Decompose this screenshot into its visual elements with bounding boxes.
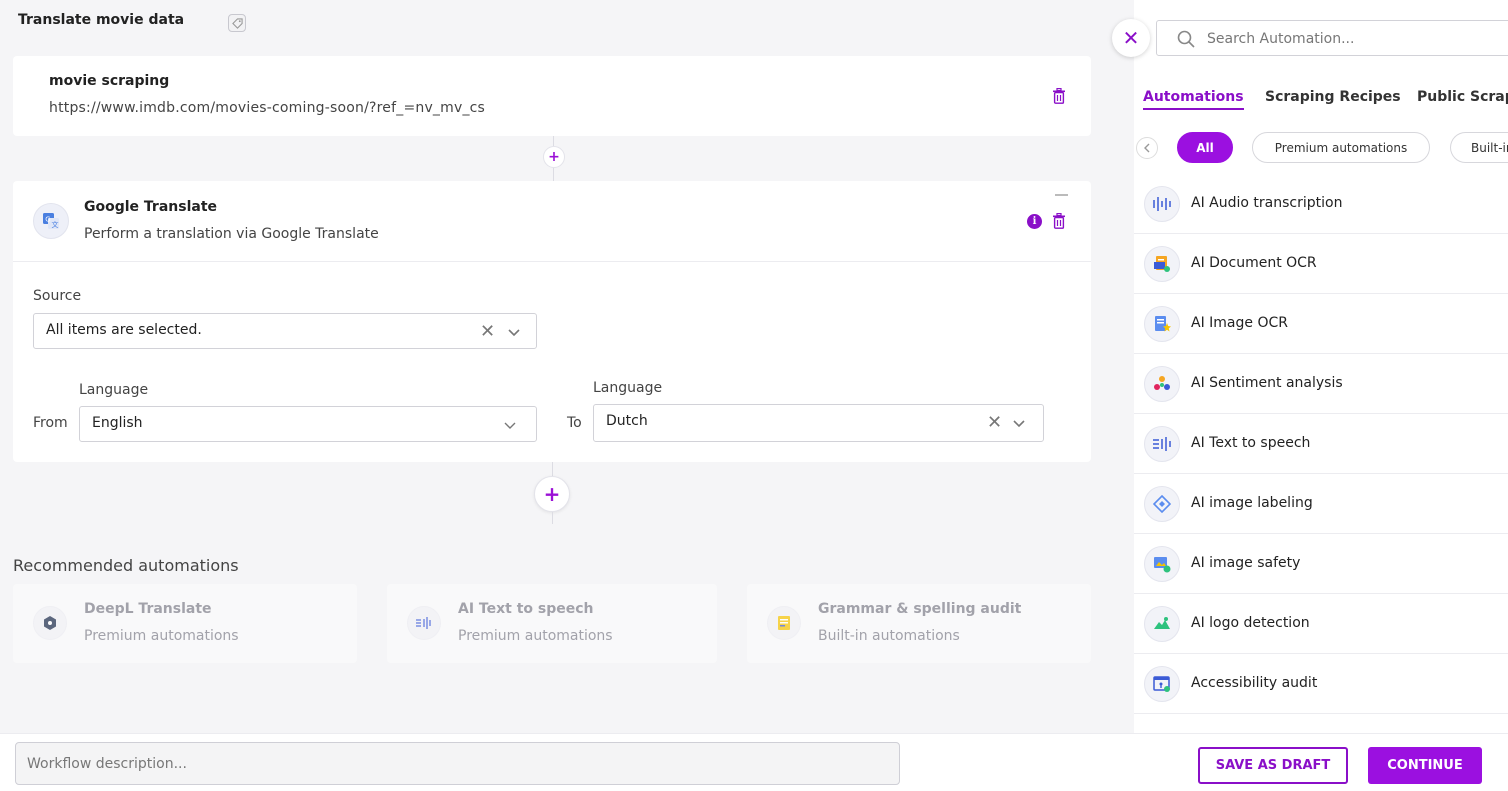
document-ocr-icon xyxy=(1144,246,1180,282)
list-item[interactable]: AI Text to speech xyxy=(1134,414,1508,474)
grammar-audit-icon xyxy=(767,606,801,640)
recommended-category: Premium automations xyxy=(84,628,239,644)
recommended-card[interactable]: AI Text to speech Premium automations xyxy=(387,584,717,663)
connector-line xyxy=(552,512,553,524)
add-step-button[interactable]: + xyxy=(534,476,570,512)
tag-icon[interactable] xyxy=(228,14,246,32)
recommended-card[interactable]: Grammar & spelling audit Built-in automa… xyxy=(747,584,1091,663)
logo-detection-icon xyxy=(1144,606,1180,642)
recommended-name: DeepL Translate xyxy=(84,601,212,617)
connector-line xyxy=(552,462,553,476)
workflow-title: Translate movie data xyxy=(18,12,185,28)
connector-line xyxy=(553,168,554,181)
list-item-label: AI Image OCR xyxy=(1191,315,1288,331)
list-item-label: AI Sentiment analysis xyxy=(1191,375,1343,391)
deepl-icon xyxy=(33,606,67,640)
continue-button[interactable]: CONTINUE xyxy=(1368,747,1482,784)
google-translate-icon: G 文 xyxy=(33,203,69,239)
to-language-select[interactable]: Dutch ✕ xyxy=(593,404,1044,442)
from-language-value: English xyxy=(92,415,143,431)
list-item[interactable]: AI Audio transcription xyxy=(1134,174,1508,234)
chevron-down-icon[interactable] xyxy=(1011,415,1027,431)
source-select[interactable]: All items are selected. ✕ xyxy=(33,313,537,349)
chevron-down-icon[interactable] xyxy=(506,324,522,340)
from-language-select[interactable]: English xyxy=(79,406,537,442)
automation-panel: Automations Scraping Recipes Public Scra… xyxy=(1134,0,1508,733)
add-step-button[interactable]: + xyxy=(543,146,565,168)
image-ocr-icon xyxy=(1144,306,1180,342)
delete-icon[interactable] xyxy=(1052,213,1066,229)
recommended-name: Grammar & spelling audit xyxy=(818,601,1022,617)
list-item[interactable]: AI Sentiment analysis xyxy=(1134,354,1508,414)
step-card-movie-scraping[interactable]: movie scraping https://www.imdb.com/movi… xyxy=(13,56,1091,136)
list-item-label: Accessibility audit xyxy=(1191,675,1318,691)
automation-list: AI Audio transcription AI Document OCR A… xyxy=(1134,174,1508,714)
clear-icon[interactable]: ✕ xyxy=(987,414,1002,432)
audio-wave-icon xyxy=(1144,186,1180,222)
source-label: Source xyxy=(33,288,82,304)
search-input[interactable] xyxy=(1207,28,1507,50)
chevron-down-icon[interactable] xyxy=(502,417,518,433)
step-card-google-translate: G 文 Google Translate Perform a translati… xyxy=(13,181,1091,462)
footer-bar: SAVE AS DRAFT CONTINUE xyxy=(0,733,1508,791)
from-language-label: Language xyxy=(79,382,149,398)
recommended-category: Premium automations xyxy=(458,628,613,644)
list-item[interactable]: AI Document OCR xyxy=(1134,234,1508,294)
to-language-label: Language xyxy=(593,380,663,396)
image-labeling-icon xyxy=(1144,486,1180,522)
image-safety-icon xyxy=(1144,546,1180,582)
to-language-value: Dutch xyxy=(606,413,648,429)
step-name: movie scraping xyxy=(49,73,170,89)
step-description: Perform a translation via Google Transla… xyxy=(84,226,379,242)
tab-automations[interactable]: Automations xyxy=(1143,89,1244,110)
list-item[interactable]: AI Image OCR xyxy=(1134,294,1508,354)
workflow-canvas: Translate movie data movie scraping http… xyxy=(0,0,1134,733)
list-item-label: AI Audio transcription xyxy=(1191,195,1343,211)
list-item[interactable]: Accessibility audit xyxy=(1134,654,1508,714)
delete-icon[interactable] xyxy=(1052,88,1066,104)
list-item[interactable]: AI image safety xyxy=(1134,534,1508,594)
text-to-speech-icon xyxy=(407,606,441,640)
close-panel-button[interactable]: ✕ xyxy=(1112,19,1150,57)
recommended-category: Built-in automations xyxy=(818,628,960,644)
to-label: To xyxy=(567,415,582,431)
source-value: All items are selected. xyxy=(46,322,202,338)
recommended-card[interactable]: DeepL Translate Premium automations xyxy=(13,584,357,663)
save-as-draft-button[interactable]: SAVE AS DRAFT xyxy=(1198,747,1348,784)
recommended-name: AI Text to speech xyxy=(458,601,594,617)
text-to-speech-icon xyxy=(1144,426,1180,462)
workflow-description-input[interactable] xyxy=(15,742,900,785)
list-item-label: AI Document OCR xyxy=(1191,255,1317,271)
chip-built-in-automations[interactable]: Built-in automations xyxy=(1450,132,1508,163)
svg-text:G: G xyxy=(45,216,50,224)
list-item-label: AI image labeling xyxy=(1191,495,1313,511)
tab-public-scraping[interactable]: Public Scraping xyxy=(1417,89,1508,105)
list-item-label: AI Text to speech xyxy=(1191,435,1311,451)
list-item[interactable]: AI logo detection xyxy=(1134,594,1508,654)
chevron-left-icon[interactable] xyxy=(1136,137,1158,159)
info-icon[interactable]: i xyxy=(1027,214,1042,229)
chip-all[interactable]: All xyxy=(1177,132,1233,163)
divider xyxy=(13,261,1091,262)
from-label: From xyxy=(33,415,68,431)
search-icon xyxy=(1177,30,1195,48)
step-name: Google Translate xyxy=(84,199,218,215)
list-item[interactable]: AI image labeling xyxy=(1134,474,1508,534)
clear-icon[interactable]: ✕ xyxy=(480,323,495,341)
accessibility-icon xyxy=(1144,666,1180,702)
list-item-label: AI image safety xyxy=(1191,555,1301,571)
search-box[interactable] xyxy=(1156,20,1508,56)
connector-line xyxy=(553,136,554,146)
recommended-title: Recommended automations xyxy=(13,556,239,575)
tab-scraping-recipes[interactable]: Scraping Recipes xyxy=(1265,89,1401,105)
svg-text:文: 文 xyxy=(52,220,59,229)
list-item-label: AI logo detection xyxy=(1191,615,1310,631)
step-url: https://www.imdb.com/movies-coming-soon/… xyxy=(49,100,486,116)
sentiment-icon xyxy=(1144,366,1180,402)
chip-premium-automations[interactable]: Premium automations xyxy=(1252,132,1430,163)
collapse-icon[interactable] xyxy=(1055,194,1068,196)
